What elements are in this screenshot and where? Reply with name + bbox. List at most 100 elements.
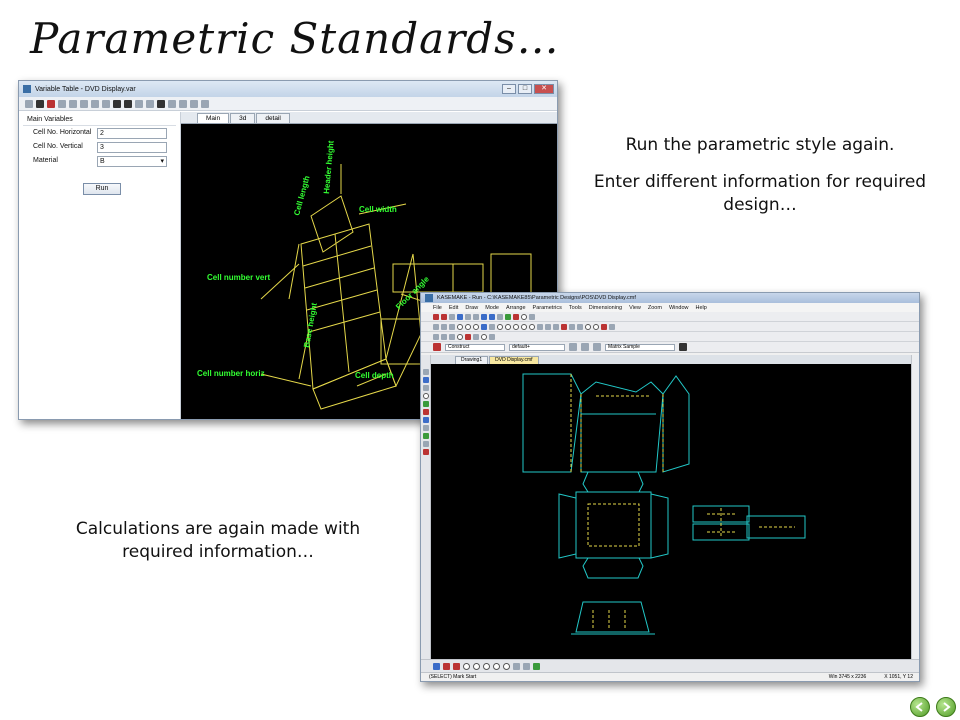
- layer-toggle-icon[interactable]: [433, 662, 440, 670]
- print-icon[interactable]: [449, 313, 455, 320]
- mirror-icon[interactable]: [513, 323, 519, 330]
- vertical-scrollbar[interactable]: [911, 355, 919, 659]
- snap-end-icon[interactable]: [483, 662, 490, 670]
- cad-canvas[interactable]: [431, 364, 911, 659]
- tangent-icon[interactable]: [497, 323, 503, 330]
- color-swatch-icon[interactable]: [433, 343, 441, 351]
- paste-icon[interactable]: [473, 313, 479, 320]
- minimize-button[interactable]: –: [502, 84, 516, 94]
- check-icon[interactable]: [533, 662, 540, 670]
- cut-icon[interactable]: [58, 99, 66, 108]
- offset-icon[interactable]: [505, 323, 511, 330]
- zoom-in-icon[interactable]: [481, 313, 487, 320]
- snap-icon[interactable]: [481, 333, 487, 340]
- undo-icon[interactable]: [91, 99, 99, 108]
- close-button[interactable]: ✕: [534, 84, 554, 94]
- tab-dvd-display[interactable]: DVD Display.cmf: [489, 356, 539, 364]
- previous-slide-button[interactable]: [910, 697, 930, 717]
- line-icon[interactable]: [433, 323, 439, 330]
- paste-icon[interactable]: [80, 99, 88, 108]
- pan-icon[interactable]: [422, 385, 429, 391]
- hole-icon[interactable]: [585, 323, 591, 330]
- document-icon[interactable]: [113, 99, 121, 108]
- properties-icon[interactable]: [422, 425, 429, 431]
- delete-icon[interactable]: [157, 99, 165, 108]
- table-icon[interactable]: [146, 99, 154, 108]
- save-icon[interactable]: [36, 99, 44, 108]
- snap-point-icon[interactable]: [473, 662, 480, 670]
- cell-vertical-input[interactable]: 3: [97, 142, 167, 153]
- break-icon[interactable]: [553, 323, 559, 330]
- fillet-icon[interactable]: [481, 323, 487, 330]
- move-icon[interactable]: [441, 333, 447, 340]
- menu-zoom[interactable]: Zoom: [648, 305, 662, 311]
- layer-icon[interactable]: [422, 401, 429, 407]
- select-icon[interactable]: [433, 333, 439, 340]
- go-icon[interactable]: [679, 343, 687, 351]
- layer-select[interactable]: Construct: [445, 343, 505, 351]
- menu-help[interactable]: Help: [696, 305, 707, 311]
- menu-parametrics[interactable]: Parametrics: [533, 305, 562, 311]
- dimension-icon[interactable]: [609, 323, 615, 330]
- redo-icon[interactable]: [102, 99, 110, 108]
- menu-view[interactable]: View: [629, 305, 641, 311]
- extend-icon[interactable]: [545, 323, 551, 330]
- open-icon[interactable]: [433, 313, 439, 320]
- node-icon[interactable]: [457, 333, 463, 340]
- palette-icon[interactable]: [422, 409, 429, 415]
- copy-icon[interactable]: [465, 313, 471, 320]
- output-icon[interactable]: [422, 449, 429, 455]
- ruler-icon[interactable]: [601, 323, 607, 330]
- line-style-icon[interactable]: [593, 343, 601, 351]
- ellipse-icon[interactable]: [473, 323, 479, 330]
- polyline-icon[interactable]: [441, 323, 447, 330]
- cell-horizontal-input[interactable]: 2: [97, 128, 167, 139]
- rotate-icon[interactable]: [521, 323, 527, 330]
- circle-icon[interactable]: [521, 313, 527, 320]
- style-select[interactable]: default+: [509, 343, 565, 351]
- stretch-icon[interactable]: [449, 333, 455, 340]
- material-select[interactable]: Matrix Sample: [605, 343, 675, 351]
- menu-draw[interactable]: Draw: [465, 305, 478, 311]
- save-icon[interactable]: [441, 313, 447, 320]
- snap-grid-icon[interactable]: [463, 662, 470, 670]
- edit-icon[interactable]: [190, 99, 198, 108]
- circle-icon[interactable]: [457, 323, 463, 330]
- menu-arrange[interactable]: Arrange: [506, 305, 526, 311]
- polar-icon[interactable]: [523, 662, 530, 670]
- rectangle-icon[interactable]: [449, 323, 455, 330]
- perforation-icon[interactable]: [473, 333, 479, 340]
- material-select[interactable]: B: [97, 156, 167, 167]
- zoom-window-icon[interactable]: [497, 313, 503, 320]
- fill-icon[interactable]: [453, 662, 460, 670]
- pointer-icon[interactable]: [422, 369, 429, 375]
- snap-center-icon[interactable]: [503, 662, 510, 670]
- measure-icon[interactable]: [422, 393, 429, 399]
- trim-icon[interactable]: [537, 323, 543, 330]
- edit-icon[interactable]: [569, 343, 577, 351]
- tuck-icon[interactable]: [577, 323, 583, 330]
- tab-drawing1[interactable]: Drawing1: [455, 356, 489, 364]
- remove-icon[interactable]: [179, 99, 187, 108]
- glue-icon[interactable]: [569, 323, 575, 330]
- crease-icon[interactable]: [465, 333, 471, 340]
- info-icon[interactable]: [422, 417, 429, 423]
- next-slide-button[interactable]: [936, 697, 956, 717]
- refresh-icon[interactable]: [201, 99, 209, 108]
- menu-edit[interactable]: Edit: [449, 305, 458, 311]
- grid-icon[interactable]: [529, 313, 535, 320]
- arc-icon[interactable]: [465, 323, 471, 330]
- scale-icon[interactable]: [529, 323, 535, 330]
- add-icon[interactable]: [168, 99, 176, 108]
- menu-window[interactable]: Window: [669, 305, 689, 311]
- maximize-button[interactable]: □: [518, 84, 532, 94]
- 3d-icon[interactable]: [422, 433, 429, 439]
- menu-mode[interactable]: Mode: [485, 305, 499, 311]
- tab-main[interactable]: Main: [197, 113, 230, 123]
- tab-3d[interactable]: 3d: [230, 113, 256, 123]
- ortho-icon[interactable]: [513, 662, 520, 670]
- new-icon[interactable]: [25, 99, 33, 108]
- layer-icon[interactable]: [489, 333, 495, 340]
- refresh-icon[interactable]: [505, 313, 511, 320]
- menu-file[interactable]: File: [433, 305, 442, 311]
